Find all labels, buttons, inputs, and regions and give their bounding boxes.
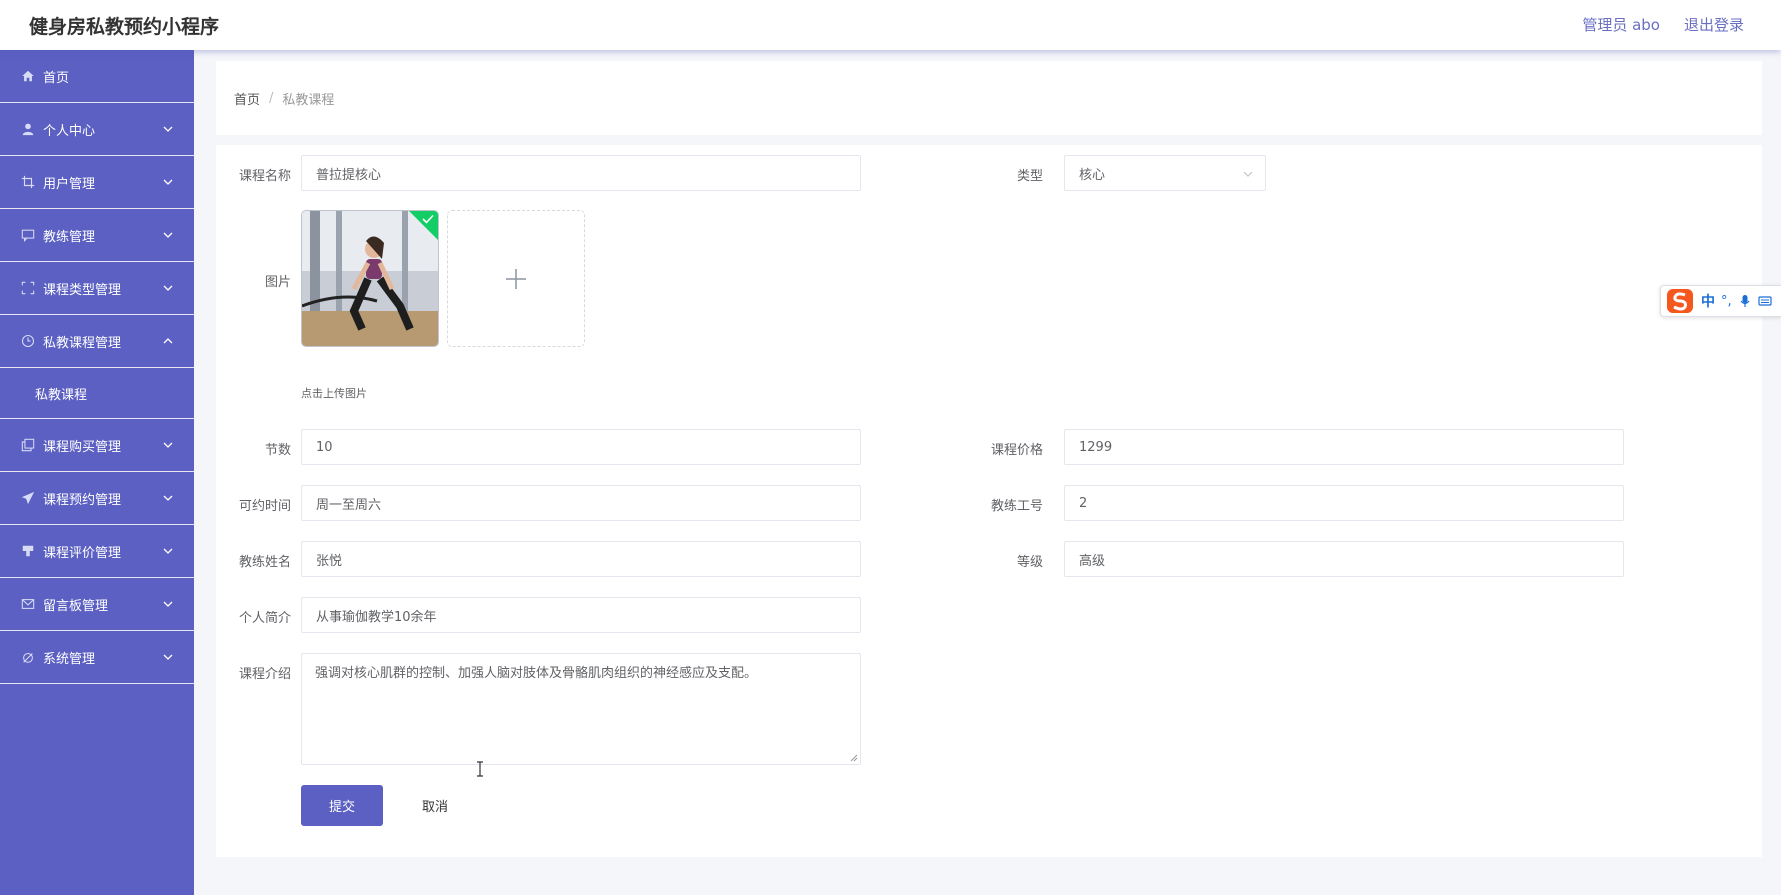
type-select[interactable]: 核心 <box>1064 155 1266 191</box>
sidebar-item-home[interactable]: 首页 <box>0 50 194 103</box>
coach-name-input[interactable]: 张悦 <box>301 541 861 577</box>
available-time-input[interactable]: 周一至周六 <box>301 485 861 521</box>
copy-icon <box>20 437 36 453</box>
sessions-label: 节数 <box>264 443 291 458</box>
ime-mode[interactable]: 中 <box>1701 291 1715 311</box>
sidebar-item-label: 个人中心 <box>43 123 96 139</box>
resize-handle-icon[interactable] <box>848 752 858 762</box>
sidebar-item-label: 课程购买管理 <box>43 439 122 455</box>
sidebar-item-label: 留言板管理 <box>43 598 109 614</box>
course-name-label: 课程名称 <box>238 169 291 184</box>
price-input[interactable]: 1299 <box>1064 429 1624 465</box>
chevron-down-icon <box>163 548 173 554</box>
settings-icon <box>20 649 36 665</box>
sessions-input[interactable]: 10 <box>301 429 861 465</box>
ime-punct[interactable]: °, <box>1721 294 1732 309</box>
chevron-down-icon <box>163 495 173 501</box>
chevron-down-icon <box>163 179 173 185</box>
level-label: 等级 <box>1016 555 1043 570</box>
sidebar-item-messages[interactable]: 留言板管理 <box>0 578 194 631</box>
chevron-down-icon <box>163 232 173 238</box>
chevron-down-icon <box>163 654 173 660</box>
sidebar-item-label: 用户管理 <box>43 176 96 192</box>
sidebar-item-label: 系统管理 <box>43 651 96 667</box>
microphone-icon[interactable] <box>1738 294 1752 308</box>
sidebar-item-label: 私教课程管理 <box>43 335 122 351</box>
sidebar-item-label: 首页 <box>43 70 70 86</box>
intro-text: 强调对核心肌群的控制、加强人脑对肢体及骨骼肌肉组织的神经感应及支配。 <box>315 666 758 681</box>
sidebar-item-label: 课程评价管理 <box>43 545 122 561</box>
fullscreen-icon <box>20 280 36 296</box>
level-input[interactable]: 高级 <box>1064 541 1624 577</box>
chevron-down-icon <box>163 601 173 607</box>
image-upload-button[interactable] <box>447 210 585 347</box>
user-icon <box>20 121 36 137</box>
sidebar-item-purchases[interactable]: 课程购买管理 <box>0 419 194 472</box>
text-cursor-icon <box>477 761 483 777</box>
course-form: 课程名称 普拉提核心 类型 核心 图片 点击上传图片 节数 10 课程价格 12… <box>216 145 1762 857</box>
breadcrumb-home[interactable]: 首页 <box>234 89 260 108</box>
sidebar: 首页 个人中心 用户管理 教练管理 课程类型管理 私教课程管理 私教课程 课程购… <box>0 50 194 895</box>
course-name-input[interactable]: 普拉提核心 <box>301 155 861 191</box>
coach-id-input[interactable]: 2 <box>1064 485 1624 521</box>
price-label: 课程价格 <box>990 443 1043 458</box>
sidebar-item-label: 课程类型管理 <box>43 282 122 298</box>
chevron-down-icon <box>1243 171 1253 177</box>
top-header: 健身房私教预约小程序 管理员 abo 退出登录 <box>0 0 1781 50</box>
plus-icon <box>506 268 526 289</box>
sidebar-item-course-types[interactable]: 课程类型管理 <box>0 262 194 315</box>
type-label: 类型 <box>1016 169 1043 184</box>
mail-icon <box>20 596 36 612</box>
sidebar-item-bookings[interactable]: 课程预约管理 <box>0 472 194 525</box>
coach-name-label: 教练姓名 <box>238 555 291 570</box>
crop-icon <box>20 174 36 190</box>
sidebar-item-reviews[interactable]: 课程评价管理 <box>0 525 194 578</box>
sidebar-item-coaches[interactable]: 教练管理 <box>0 209 194 262</box>
ime-toolbar[interactable]: 中 °, <box>1660 285 1781 317</box>
sidebar-item-users[interactable]: 用户管理 <box>0 156 194 209</box>
image-label: 图片 <box>264 275 291 290</box>
coach-id-label: 教练工号 <box>990 499 1043 514</box>
upload-tip: 点击上传图片 <box>301 387 367 400</box>
intro-label: 课程介绍 <box>238 667 291 682</box>
bio-label: 个人简介 <box>238 611 291 626</box>
sidebar-item-label: 教练管理 <box>43 229 96 245</box>
chevron-up-icon <box>163 338 173 344</box>
sidebar-item-system[interactable]: 系统管理 <box>0 631 194 684</box>
sidebar-item-label: 课程预约管理 <box>43 492 122 508</box>
sidebar-item-profile[interactable]: 个人中心 <box>0 103 194 156</box>
home-icon <box>20 68 36 84</box>
keyboard-icon[interactable] <box>1758 294 1772 308</box>
type-select-value: 核心 <box>1079 167 1106 183</box>
intro-textarea[interactable]: 强调对核心肌群的控制、加强人脑对肢体及骨骼肌肉组织的神经感应及支配。 <box>301 653 861 765</box>
fitness-photo <box>302 211 438 346</box>
uploaded-image-thumbnail[interactable] <box>301 210 439 347</box>
message-icon <box>20 227 36 243</box>
thumb-icon <box>20 543 36 559</box>
app-title: 健身房私教预约小程序 <box>29 16 220 38</box>
chevron-down-icon <box>163 285 173 291</box>
check-icon <box>422 214 434 224</box>
header-user-area: 管理员 abo 退出登录 <box>1582 14 1744 35</box>
sidebar-subitem-private-course[interactable]: 私教课程 <box>0 368 194 419</box>
cancel-button[interactable]: 取消 <box>394 785 476 826</box>
send-icon <box>20 490 36 506</box>
breadcrumb: 首页 / 私教课程 <box>216 61 1762 135</box>
sogou-logo-icon <box>1667 289 1693 313</box>
bio-input[interactable]: 从事瑜伽教学10余年 <box>301 597 861 633</box>
chevron-down-icon <box>163 442 173 448</box>
clock-icon <box>20 333 36 349</box>
breadcrumb-separator: / <box>269 90 274 106</box>
admin-label[interactable]: 管理员 abo <box>1582 14 1660 35</box>
chevron-down-icon <box>163 126 173 132</box>
logout-link[interactable]: 退出登录 <box>1684 14 1744 35</box>
breadcrumb-current: 私教课程 <box>282 92 335 108</box>
submit-button[interactable]: 提交 <box>301 785 383 826</box>
sidebar-item-private-courses[interactable]: 私教课程管理 <box>0 315 194 368</box>
available-time-label: 可约时间 <box>238 499 291 514</box>
